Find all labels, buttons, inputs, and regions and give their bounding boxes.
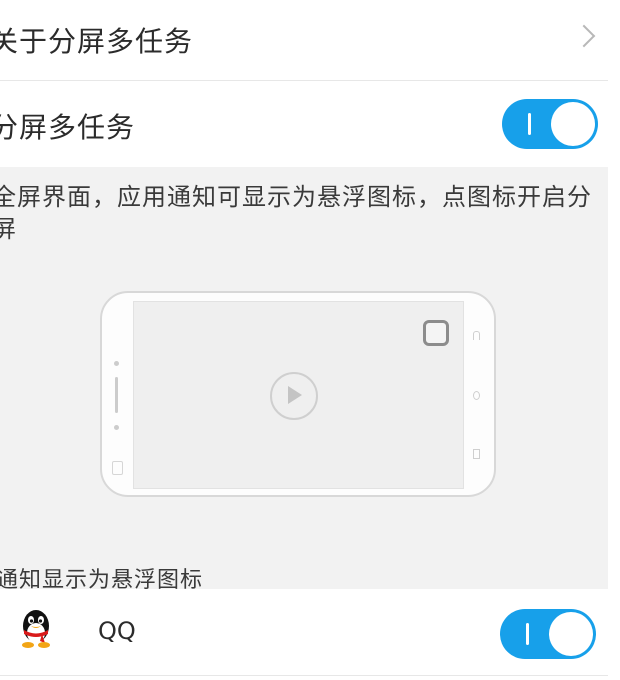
phone-sensor-icon [114,361,119,366]
phone-back-key-icon [473,391,480,400]
play-icon [270,372,318,420]
phone-screen [133,301,464,489]
play-triangle-icon [288,386,302,404]
qq-float-toggle[interactable] [500,609,596,659]
phone-logo-icon [112,461,123,475]
split-screen-label: 分屏多任务 [0,111,136,144]
about-split-screen-label: 关于分屏多任务 [0,25,194,58]
phone-speaker-icon [115,377,118,413]
split-screen-settings: 关于分屏多任务 分屏多任务 全屏界面，应用通知可显示为悬浮图标，点图标开启分屏 [0,0,620,680]
phone-camera-icon [114,425,119,430]
app-row-qq: QQ [0,589,608,676]
toggle-knob [549,612,593,656]
split-screen-description: 全屏界面，应用通知可显示为悬浮图标，点图标开启分屏 [0,183,592,243]
toggle-knob [551,102,595,146]
toggle-on-indicator [526,623,529,645]
split-screen-row: 分屏多任务 [0,81,608,167]
screen-edge [608,0,620,680]
chevron-right-icon [572,24,596,48]
toggle-on-indicator [528,113,531,135]
description-panel: 全屏界面，应用通知可显示为悬浮图标，点图标开启分屏 通知显示为悬浮图标 [0,167,608,593]
about-split-screen-row[interactable]: 关于分屏多任务 [0,0,608,81]
phone-landscape-illustration [100,291,496,497]
phone-home-key-icon [473,331,480,340]
app-name: QQ [98,617,136,645]
split-screen-toggle[interactable] [502,99,598,149]
qq-penguin-icon [12,604,60,652]
phone-menu-key-icon [473,449,480,459]
floating-notification-icon [423,320,449,346]
